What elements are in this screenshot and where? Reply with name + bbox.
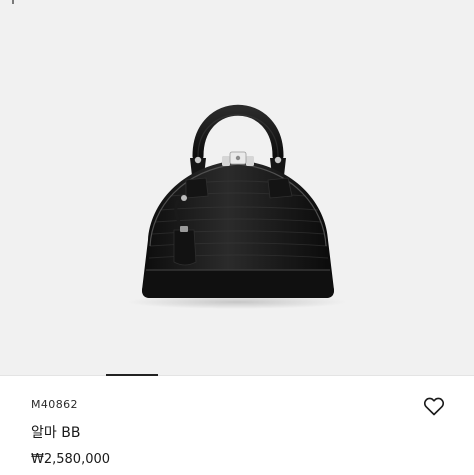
- product-image: [127, 104, 347, 309]
- product-price: ₩2,580,000: [31, 452, 111, 467]
- heart-icon: [423, 397, 445, 416]
- product-sku: M40862: [31, 398, 78, 411]
- wishlist-button[interactable]: [422, 394, 446, 418]
- product-info: M40862 알마 BB ₩2,580,000: [0, 376, 474, 475]
- product-detail-screen: M40862 알마 BB ₩2,580,000: [0, 0, 474, 475]
- product-image-area[interactable]: [0, 0, 474, 376]
- product-name: 알마 BB: [31, 425, 81, 441]
